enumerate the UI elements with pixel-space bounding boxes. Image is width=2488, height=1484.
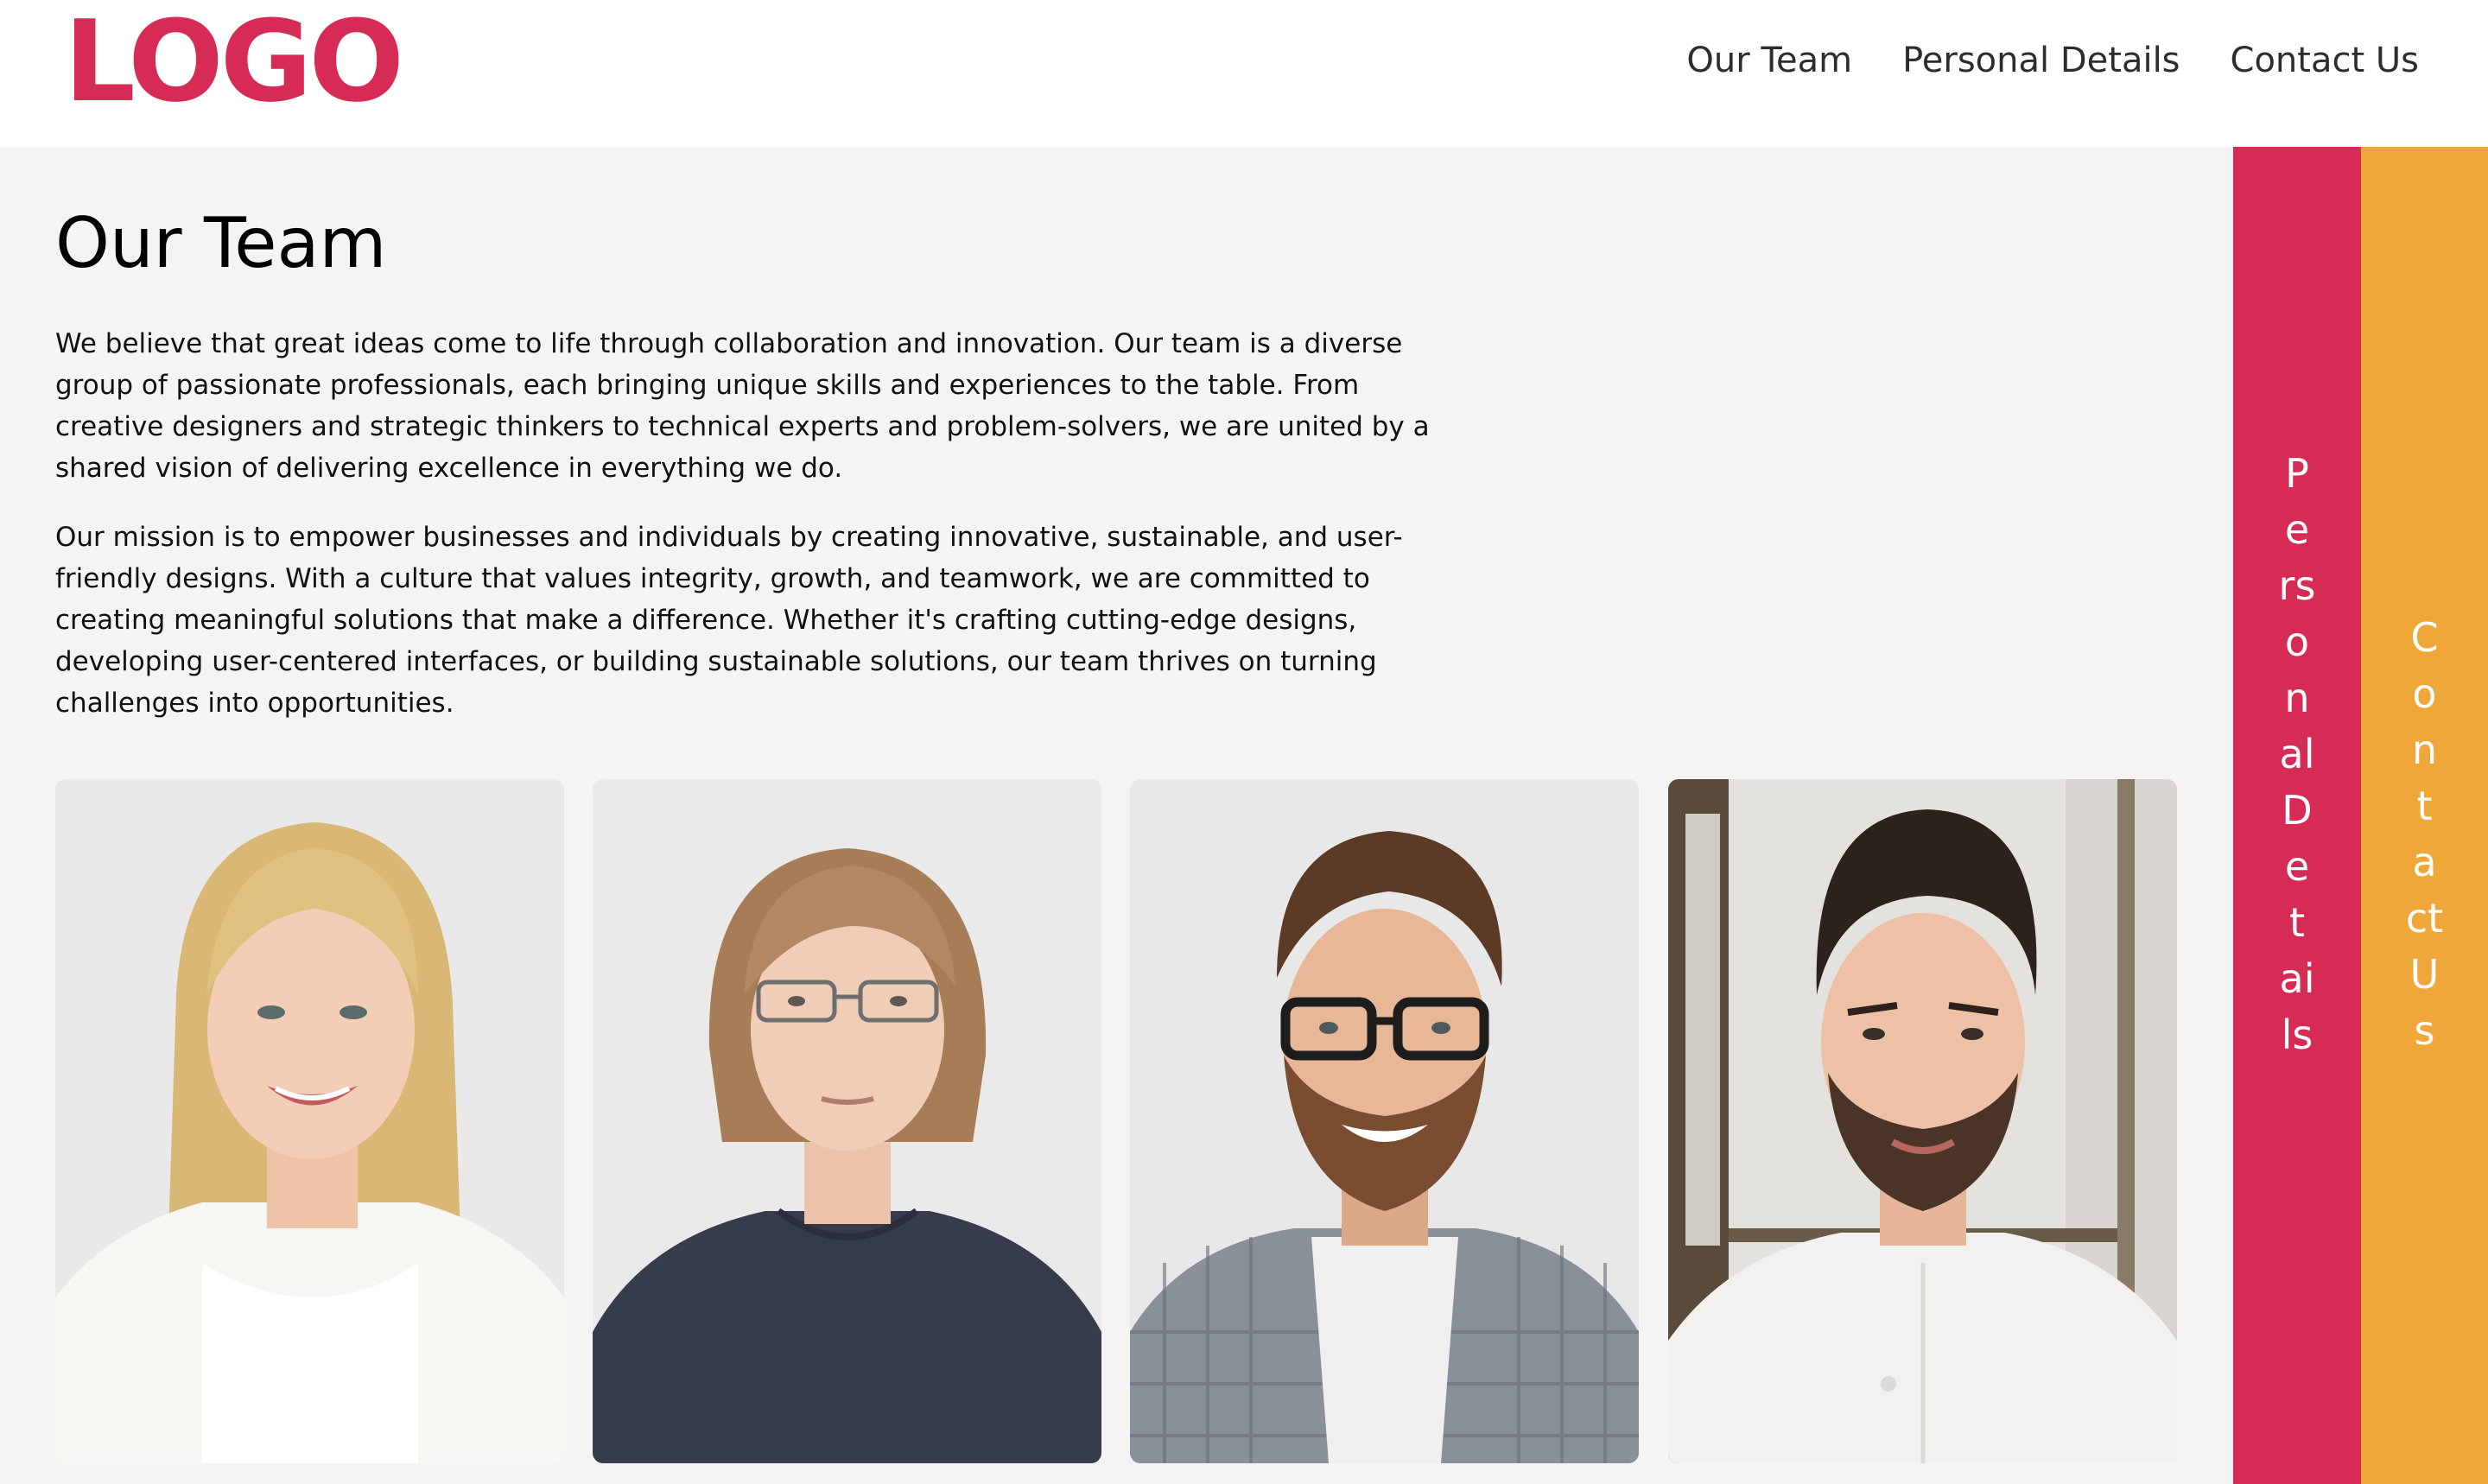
intro-paragraph: We believe that great ideas come to life… (55, 328, 1430, 484)
team-member-photo[interactable] (593, 779, 1101, 1463)
portrait-image (1668, 779, 2177, 1463)
site-header: LOGO Our Team Personal Details Contact U… (0, 0, 2488, 147)
team-photo-grid (55, 779, 2178, 1463)
nav-personal-details[interactable]: Personal Details (1902, 41, 2180, 80)
team-member-photo[interactable] (1668, 779, 2177, 1463)
portrait-image (1130, 779, 1639, 1463)
side-tab-personal-details[interactable]: Personal Details (2233, 147, 2361, 1484)
team-member-photo[interactable] (55, 779, 564, 1463)
portrait-image (55, 779, 564, 1463)
logo[interactable]: LOGO (64, 5, 404, 117)
team-member-photo[interactable] (1130, 779, 1639, 1463)
nav-contact-us[interactable]: Contact Us (2231, 41, 2419, 80)
side-tab-label: Personal Details (2278, 450, 2328, 1058)
side-tab-contact-us[interactable]: Contact Us (2361, 147, 2488, 1484)
team-section: Our Team We believe that great ideas com… (0, 147, 2233, 1484)
nav-our-team[interactable]: Our Team (1686, 41, 1852, 80)
side-tab-label: Contact Us (2405, 614, 2456, 1054)
portrait-image (593, 779, 1101, 1463)
page-title: Our Team (55, 203, 387, 283)
mission-paragraph: Our mission is to empower businesses and… (55, 522, 1403, 719)
top-nav: Our Team Personal Details Contact Us (1636, 35, 2419, 86)
